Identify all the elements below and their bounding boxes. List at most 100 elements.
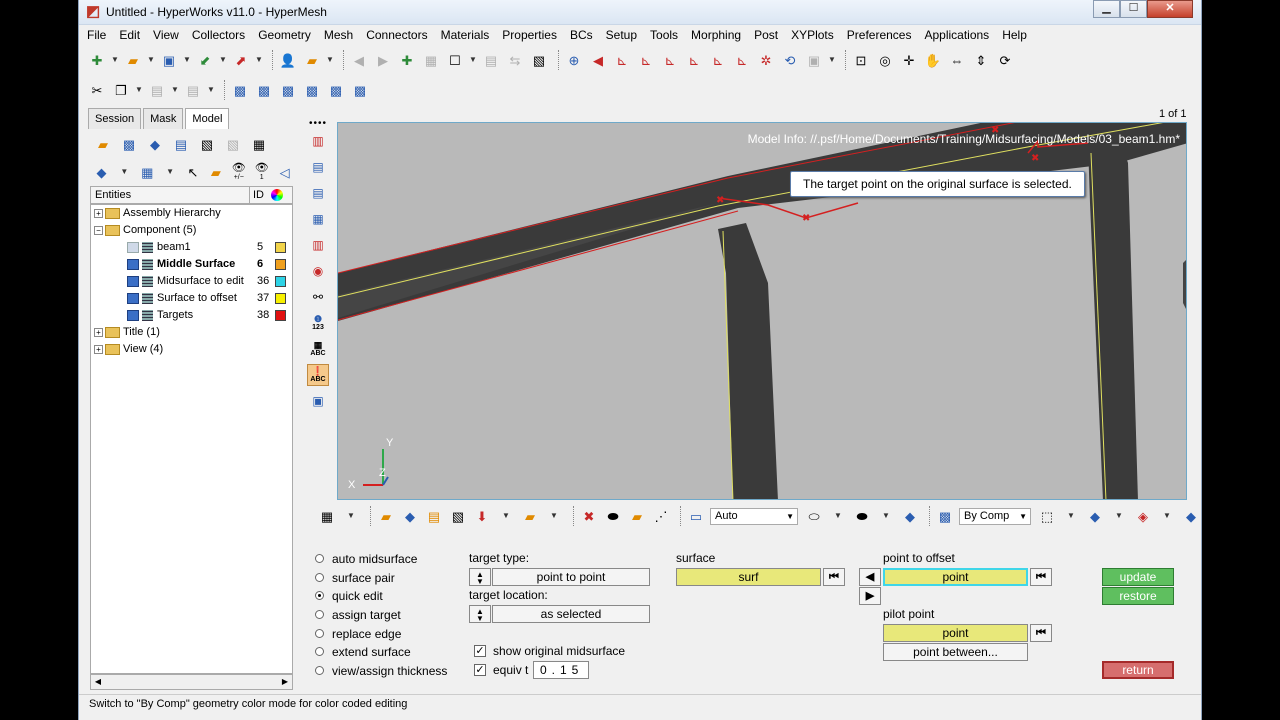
point-to-offset-reset-icon[interactable]: ⏮ <box>1030 568 1052 586</box>
sync-icon[interactable]: ⇆ <box>505 50 525 70</box>
equiv-checkbox[interactable]: ✓ <box>474 664 486 676</box>
expand-icon[interactable]: + <box>94 327 103 337</box>
paste-icon[interactable]: ▤ <box>147 80 167 100</box>
radio-extend-surface[interactable]: extend surface <box>315 642 411 661</box>
mesh-color-icon[interactable]: ▩ <box>935 506 955 526</box>
flag-icon[interactable]: ◁ <box>275 161 294 183</box>
tab-mask[interactable]: Mask <box>143 108 184 129</box>
component-icon[interactable] <box>127 258 139 270</box>
system-icon[interactable]: ▦ <box>248 133 270 155</box>
tree-item-middle-surface[interactable]: Middle Surface 6 <box>127 256 292 273</box>
load-icon[interactable]: ⬇ <box>472 506 492 526</box>
color-swatch[interactable] <box>275 310 286 321</box>
radio-circle[interactable] <box>315 610 324 619</box>
point-next-icon[interactable]: ▶ <box>859 587 881 605</box>
chevron-down-icon[interactable]: ▼ <box>219 50 227 70</box>
plot-icon[interactable]: ▥ <box>307 234 329 256</box>
component-icon[interactable]: ▩ <box>118 133 140 155</box>
close-button[interactable]: ✕ <box>1147 0 1193 18</box>
target-location-button[interactable]: as selected <box>492 605 650 623</box>
point-to-offset-button[interactable]: point <box>883 568 1028 586</box>
menu-file[interactable]: File <box>87 28 106 42</box>
cut-icon[interactable]: ✂ <box>87 80 107 100</box>
undo-icon[interactable]: ◀ <box>349 50 369 70</box>
point-prev-icon[interactable]: ◀ <box>859 568 881 586</box>
color-swatch[interactable] <box>275 242 286 253</box>
folder-open-icon[interactable]: ▰ <box>627 506 647 526</box>
menu-preferences[interactable]: Preferences <box>847 28 912 42</box>
mesh-icon[interactable] <box>142 309 153 321</box>
spin-icon[interactable]: ⟳ <box>995 50 1015 70</box>
collapse-icon[interactable]: − <box>94 225 103 235</box>
view-refresh-icon[interactable]: ▣ <box>804 50 824 70</box>
radio-circle[interactable] <box>315 629 324 638</box>
point-between-button[interactable]: point between... <box>883 643 1028 661</box>
minimize-button[interactable]: ▁ <box>1093 0 1120 18</box>
view-xz-icon[interactable]: ⊾ <box>660 50 680 70</box>
radio-assign-target[interactable]: assign target <box>315 605 401 624</box>
mask-icon[interactable]: ▥ <box>307 130 329 152</box>
numbers-icon[interactable]: ❶ 123 <box>307 312 329 334</box>
new-model-icon[interactable]: ✚ <box>87 50 107 70</box>
component-icon[interactable] <box>127 292 139 304</box>
model-folder-icon[interactable]: ▰ <box>302 50 322 70</box>
component-hidden-icon[interactable] <box>127 241 139 253</box>
maximize-button[interactable]: ☐ <box>1120 0 1147 18</box>
chevron-down-icon[interactable]: ▼ <box>326 50 334 70</box>
chevron-down-icon[interactable]: ▼ <box>828 506 848 526</box>
view-iso-icon[interactable]: ✲ <box>756 50 776 70</box>
chevron-down-icon[interactable]: ▼ <box>135 80 143 100</box>
chevron-down-icon[interactable]: ▼ <box>1061 506 1081 526</box>
title-label-icon[interactable]: ❗ ABC <box>307 364 329 386</box>
target-type-toggle-icon[interactable]: ▲ ▼ <box>469 568 491 586</box>
cursor-icon[interactable]: ↖ <box>184 161 203 183</box>
component-color-icon[interactable]: ▰ <box>376 506 396 526</box>
geometry-color-select[interactable]: Auto ▼ <box>710 507 798 525</box>
folder-icon[interactable]: ▰ <box>520 506 540 526</box>
menu-collectors[interactable]: Collectors <box>192 28 245 42</box>
target-type-button[interactable]: point to point <box>492 568 650 586</box>
binoculars-icon[interactable]: ⚯ <box>307 286 329 308</box>
update-button[interactable]: update <box>1102 568 1174 586</box>
menu-properties[interactable]: Properties <box>502 28 557 42</box>
menu-tools[interactable]: Tools <box>650 28 678 42</box>
pan-horizontal-icon[interactable]: ⇔ <box>947 50 967 70</box>
view-zy-icon[interactable]: ⊾ <box>732 50 752 70</box>
display-isolate-icon[interactable]: ▩ <box>302 80 322 100</box>
radio-circle[interactable] <box>315 573 324 582</box>
zoom-icon[interactable]: ⊕ <box>564 50 584 70</box>
radio-view-assign-thickness[interactable]: view/assign thickness <box>315 661 447 680</box>
tree-item-assembly-hierarchy[interactable]: + Assembly Hierarchy <box>94 205 221 222</box>
redo-icon[interactable]: ▶ <box>373 50 393 70</box>
pan-vertical-icon[interactable]: ⇕ <box>971 50 991 70</box>
eye-plus-minus-icon[interactable]: 👁 +/− <box>229 161 248 183</box>
element-color-select[interactable]: By Comp ▼ <box>959 507 1031 525</box>
color-swatch[interactable] <box>275 259 286 270</box>
menu-bcs[interactable]: BCs <box>570 28 593 42</box>
chevron-down-icon[interactable]: ▼ <box>115 161 134 183</box>
chevron-down-icon[interactable]: ▼ <box>496 506 516 526</box>
solid-cube-icon[interactable]: ◆ <box>900 506 920 526</box>
element-display-icon[interactable]: ▦ <box>317 506 337 526</box>
target-location-toggle-icon[interactable]: ▲ ▼ <box>469 605 491 623</box>
restore-button[interactable]: restore <box>1102 587 1174 605</box>
user-profile-icon[interactable]: 👤 <box>278 50 298 70</box>
menu-morphing[interactable]: Morphing <box>691 28 741 42</box>
return-button[interactable]: return <box>1102 661 1174 679</box>
component-icon[interactable] <box>127 275 139 287</box>
numbering-icon[interactable]: ⋰ <box>651 506 671 526</box>
display-all-icon[interactable]: ▩ <box>230 80 250 100</box>
surface-selector-button[interactable]: surf <box>676 568 821 586</box>
labels-icon[interactable]: ▦ ABC <box>307 338 329 360</box>
menu-help[interactable]: Help <box>1002 28 1027 42</box>
radio-surface-pair[interactable]: surface pair <box>315 568 395 587</box>
unmask-icon[interactable]: ▦ <box>307 208 329 230</box>
assembly-icon[interactable]: ▰ <box>92 133 114 155</box>
chevron-down-icon[interactable]: ▼ <box>111 50 119 70</box>
radio-replace-edge[interactable]: replace edge <box>315 624 401 643</box>
zoom-circle-icon[interactable]: ◎ <box>875 50 895 70</box>
find-icon[interactable]: ▤ <box>307 156 329 178</box>
entities-column-header[interactable]: Entities <box>95 189 131 201</box>
chevron-down-icon[interactable]: ▼ <box>341 506 361 526</box>
tab-model[interactable]: Model <box>185 108 230 129</box>
